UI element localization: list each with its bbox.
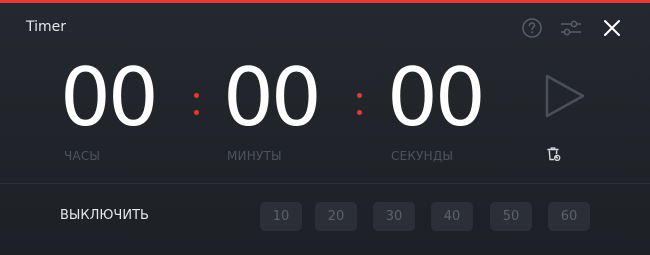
colon-separator xyxy=(194,93,199,121)
preset-20-button[interactable]: 20 xyxy=(315,202,357,231)
shutdown-label: ВЫКЛЮЧИТЬ xyxy=(60,208,149,223)
preset-60-button[interactable]: 60 xyxy=(548,202,590,231)
reset-trash-icon xyxy=(547,147,561,161)
section-divider xyxy=(0,183,650,184)
close-icon xyxy=(604,20,620,36)
preset-10-button[interactable]: 10 xyxy=(260,202,302,231)
preset-30-button[interactable]: 30 xyxy=(373,202,415,231)
timer-window: Timer 00 00 00 ЧАСЫ МИНУТЫ СЕКУНДЫ ВЫКЛЮ… xyxy=(0,0,650,255)
hours-value[interactable]: 00 xyxy=(60,58,159,138)
preset-40-button[interactable]: 40 xyxy=(431,202,473,231)
minutes-value[interactable]: 00 xyxy=(223,58,322,138)
settings-button[interactable] xyxy=(559,16,583,40)
preset-50-button[interactable]: 50 xyxy=(490,202,532,231)
close-button[interactable] xyxy=(600,16,624,40)
seconds-label: СЕКУНДЫ xyxy=(391,149,454,163)
play-button[interactable] xyxy=(543,72,587,120)
seconds-value[interactable]: 00 xyxy=(387,58,486,138)
help-icon xyxy=(522,18,542,38)
hours-label: ЧАСЫ xyxy=(64,149,101,163)
help-button[interactable] xyxy=(520,16,544,40)
reset-button[interactable] xyxy=(546,146,562,162)
accent-top-bar xyxy=(0,0,650,3)
window-title: Timer xyxy=(26,19,67,35)
colon-separator xyxy=(357,93,362,121)
settings-sliders-icon xyxy=(561,20,581,36)
minutes-label: МИНУТЫ xyxy=(227,149,282,163)
play-icon xyxy=(545,74,585,118)
